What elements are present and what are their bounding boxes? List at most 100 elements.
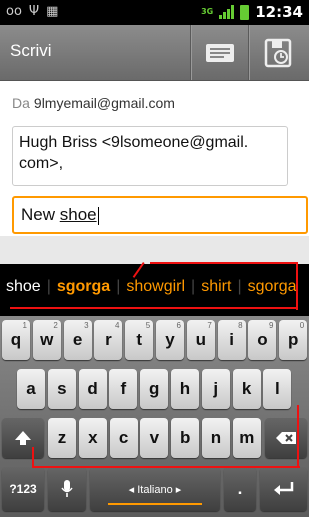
key-alt-number: 9 xyxy=(268,321,274,330)
key-label: m xyxy=(239,428,255,447)
key-label: b xyxy=(179,428,191,447)
page-title: Scrivi xyxy=(10,41,52,60)
key-label: k xyxy=(241,379,252,398)
key-q[interactable]: q1 xyxy=(2,320,30,360)
usb-icon: Ψ xyxy=(28,4,40,19)
voice-input-key[interactable] xyxy=(48,467,86,511)
key-e[interactable]: e3 xyxy=(63,320,92,360)
key-label: r xyxy=(105,330,112,349)
language-indicator xyxy=(108,503,202,505)
key-alt-number: 4 xyxy=(114,321,120,330)
key-label: t xyxy=(136,330,143,349)
key-j[interactable]: j xyxy=(201,369,230,409)
key-alt-number: 8 xyxy=(238,321,243,330)
annotation-line xyxy=(32,447,34,467)
key-alt-number: 3 xyxy=(84,321,89,330)
key-i[interactable]: i8 xyxy=(217,320,246,360)
annotation-line xyxy=(150,262,298,264)
key-label: l xyxy=(275,379,280,398)
key-p[interactable]: p0 xyxy=(279,320,308,360)
status-bar: oo Ψ ▦ 3G 12:34 xyxy=(0,0,309,25)
key-alt-number: 2 xyxy=(53,321,58,330)
period-key[interactable]: . xyxy=(224,467,256,511)
key-r[interactable]: r4 xyxy=(94,320,123,360)
shift-icon xyxy=(15,431,31,445)
key-alt-number: 0 xyxy=(299,321,305,330)
key-l[interactable]: l xyxy=(263,369,292,409)
key-f[interactable]: f xyxy=(109,369,138,409)
signal-icon xyxy=(219,5,235,19)
backspace-key[interactable] xyxy=(265,418,307,458)
key-alt-number: 7 xyxy=(207,321,212,330)
subject-composing-word: shoe xyxy=(59,205,97,224)
key-label: g xyxy=(148,379,160,398)
key-label: z xyxy=(57,428,67,447)
suggestion-item[interactable]: sgorga xyxy=(242,278,303,296)
suggestion-item[interactable]: shirt xyxy=(195,278,237,296)
key-label: v xyxy=(149,428,160,447)
clock: 12:34 xyxy=(255,3,303,21)
enter-key[interactable] xyxy=(260,467,307,511)
key-label: j xyxy=(213,379,219,398)
key-label: d xyxy=(87,379,98,398)
key-x[interactable]: x xyxy=(78,418,107,458)
key-label: y xyxy=(165,330,175,349)
key-alt-number: 6 xyxy=(176,321,181,330)
save-draft-button[interactable] xyxy=(248,25,306,80)
key-label: p xyxy=(287,330,299,349)
suggestion-item[interactable]: sgorga xyxy=(51,278,116,296)
key-label: q xyxy=(10,330,22,349)
symbols-key[interactable]: ?123 xyxy=(2,467,44,511)
suggestion-item[interactable]: showgirl xyxy=(120,278,191,296)
key-label: c xyxy=(118,428,129,447)
key-label: x xyxy=(88,428,98,447)
action-bar: Scrivi xyxy=(0,25,309,81)
key-label: h xyxy=(179,379,191,398)
voicemail-icon: oo xyxy=(6,4,22,19)
key-label: s xyxy=(57,379,67,398)
key-m[interactable]: m xyxy=(232,418,261,458)
key-label: ?123 xyxy=(9,482,37,496)
key-label: u xyxy=(195,330,206,349)
key-alt-number: 5 xyxy=(145,321,151,330)
key-u[interactable]: u7 xyxy=(186,320,215,360)
send-button[interactable] xyxy=(190,25,248,80)
keyboard: q 1 w 2 e 3 r 4 t 5 y 6 u 7 i 8 o 9 p 0 a s d f g h j k l z x c v b n m ?123… xyxy=(0,316,309,517)
from-field: Da 9lmyemail@gmail.com xyxy=(12,95,175,111)
key-g[interactable]: g xyxy=(140,369,169,409)
key-b[interactable]: b xyxy=(171,418,200,458)
from-value: 9lmyemail@gmail.com xyxy=(33,95,175,111)
microphone-icon xyxy=(61,480,73,497)
enter-icon xyxy=(273,482,293,495)
subject-field[interactable]: New shoe xyxy=(12,196,308,234)
key-label: e xyxy=(72,330,83,349)
key-h[interactable]: h xyxy=(171,369,199,409)
key-y[interactable]: y6 xyxy=(156,320,184,360)
key-k[interactable]: k xyxy=(232,369,261,409)
key-label: i xyxy=(229,330,234,349)
sd-card-icon: ▦ xyxy=(46,4,59,19)
send-icon xyxy=(205,43,234,62)
space-key[interactable]: ◂ Italiano ▸ xyxy=(90,467,220,511)
key-label: a xyxy=(26,379,36,398)
key-n[interactable]: n xyxy=(202,418,230,458)
body-area[interactable] xyxy=(0,236,309,264)
annotation-line xyxy=(297,405,299,468)
key-z[interactable]: z xyxy=(48,418,76,458)
battery-icon xyxy=(240,4,250,20)
key-o[interactable]: o9 xyxy=(248,320,277,360)
key-w[interactable]: w2 xyxy=(32,320,61,360)
key-label: ◂ Italiano ▸ xyxy=(128,483,182,496)
key-label: o xyxy=(257,330,268,349)
key-a[interactable]: a xyxy=(17,369,45,409)
key-v[interactable]: v xyxy=(140,418,169,458)
key-t[interactable]: t5 xyxy=(125,320,154,360)
key-d[interactable]: d xyxy=(78,369,107,409)
backspace-icon xyxy=(276,432,296,444)
to-field[interactable]: Hugh Briss <9lsomeone@gmail. com>, xyxy=(12,126,288,186)
suggestion-item[interactable]: shoe xyxy=(0,278,47,296)
key-s[interactable]: s xyxy=(47,369,76,409)
shift-key[interactable] xyxy=(2,418,44,458)
key-c[interactable]: c xyxy=(109,418,138,458)
subject-prefix: New xyxy=(21,205,60,224)
